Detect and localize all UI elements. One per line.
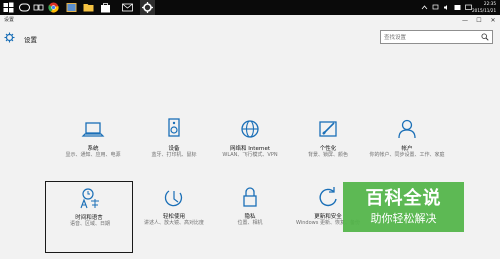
taskbar-clock[interactable]: 22:35 2015/11/21 <box>472 0 496 15</box>
paint-brush-icon <box>319 121 337 137</box>
tile-network[interactable]: 网络和 Internet WLAN、飞行模式、VPN <box>206 113 294 185</box>
clock-date: 2015/11/21 <box>472 8 497 13</box>
tile-time-language[interactable]: 时间和语言 语音、区域、日期 <box>45 181 133 253</box>
search-icon[interactable] <box>19 2 30 13</box>
tile-desc: 蓝牙、打印机、鼠标 <box>151 152 197 158</box>
maximize-button[interactable]: ☐ <box>472 15 486 25</box>
tile-name: 时间和语言 <box>75 215 103 221</box>
tile-desc: 位置、相机 <box>237 220 263 226</box>
tile-name: 帐户 <box>401 146 413 152</box>
volume-icon[interactable] <box>443 4 450 11</box>
settings-icon[interactable] <box>140 0 155 15</box>
tile-name: 系统 <box>87 146 99 152</box>
settings-search-box[interactable] <box>380 30 493 44</box>
window-controls: — ☐ ✕ <box>458 15 500 25</box>
window-titlebar[interactable]: 设置 — ☐ ✕ <box>0 15 500 25</box>
tile-accounts[interactable]: 帐户 你的帐户、同步设置、工作、家庭 <box>363 113 451 185</box>
tile-name: 设备 <box>168 146 180 152</box>
file-explorer-icon[interactable] <box>83 2 94 13</box>
watermark-title: 百科全说 <box>365 188 442 209</box>
window-title: 设置 <box>4 17 15 23</box>
system-tray <box>421 2 472 13</box>
tile-desc: WLAN、飞行模式、VPN <box>222 152 278 158</box>
search-icon[interactable] <box>481 33 489 41</box>
gear-icon <box>4 32 15 43</box>
notification-icon[interactable] <box>465 4 472 11</box>
watermark-subtitle: 助你轻松解决 <box>370 212 437 225</box>
network-icon[interactable] <box>432 4 439 11</box>
mail-icon[interactable] <box>122 2 133 13</box>
tile-devices[interactable]: 设备 蓝牙、打印机、鼠标 <box>130 113 218 185</box>
clock-time: 22:35 <box>483 1 496 6</box>
store-icon[interactable] <box>100 2 111 13</box>
taskbar: 22:35 2015/11/21 <box>0 0 500 15</box>
settings-header: 设置 <box>0 25 500 49</box>
tile-desc: 语音、区域、日期 <box>69 221 110 227</box>
tile-name: 网络和 Internet <box>229 146 271 152</box>
laptop-icon <box>81 122 105 137</box>
chrome-icon[interactable] <box>48 2 59 13</box>
tile-personalization[interactable]: 个性化 背景、锁屏、颜色 <box>284 113 372 185</box>
time-language-icon <box>80 188 99 209</box>
tile-desc: 显示、通知、应用、电源 <box>65 152 121 158</box>
tile-privacy[interactable]: 隐私 位置、相机 <box>206 181 294 253</box>
windows-start-icon[interactable] <box>3 2 14 13</box>
globe-icon <box>241 120 259 138</box>
refresh-icon <box>319 187 337 207</box>
task-view-icon[interactable] <box>33 2 44 13</box>
close-button[interactable]: ✕ <box>486 15 500 25</box>
person-icon <box>398 119 416 139</box>
tile-name: 隐私 <box>244 214 256 220</box>
tile-name: 个性化 <box>319 146 337 152</box>
chevron-up-icon[interactable] <box>421 4 428 11</box>
tile-desc: 讲述人、放大镜、高对比度 <box>143 220 204 226</box>
input-method-icon[interactable] <box>454 4 461 11</box>
search-input[interactable] <box>384 33 474 42</box>
tile-ease-of-access[interactable]: 轻松使用 讲述人、放大镜、高对比度 <box>130 181 218 253</box>
lock-icon <box>243 187 257 207</box>
minimize-button[interactable]: — <box>458 15 472 25</box>
ease-of-access-icon <box>164 190 183 207</box>
tile-desc: 背景、锁屏、颜色 <box>307 152 348 158</box>
tile-system[interactable]: 系统 显示、通知、应用、电源 <box>49 113 137 185</box>
page-title: 设置 <box>24 36 37 44</box>
photos-icon[interactable] <box>66 2 77 13</box>
tile-desc: 你的帐户、同步设置、工作、家庭 <box>369 152 445 158</box>
watermark-logo: 百科全说 助你轻松解决 <box>343 182 464 232</box>
keyboard-speaker-icon <box>168 118 180 137</box>
tile-name: 轻松使用 <box>162 214 185 220</box>
